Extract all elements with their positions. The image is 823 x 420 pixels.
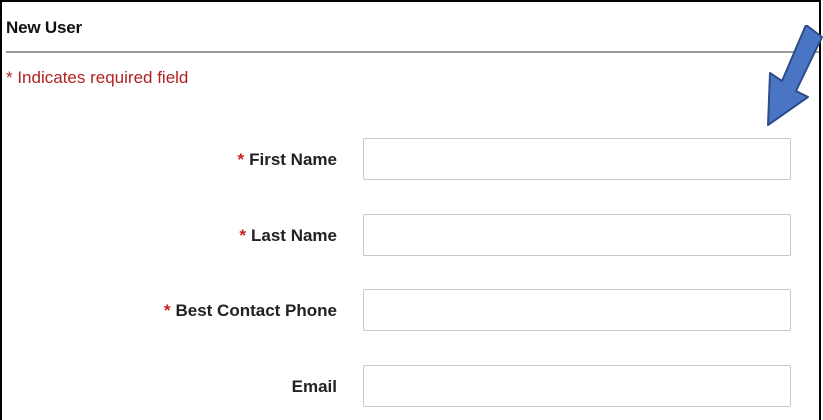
panel-title: New User (6, 18, 82, 37)
email-label-text: Email (291, 377, 337, 396)
required-asterisk: * (163, 301, 171, 320)
email-input[interactable] (363, 365, 791, 407)
last-name-input[interactable] (363, 214, 791, 256)
best-contact-phone-label-text: Best Contact Phone (175, 301, 337, 320)
best-contact-phone-input[interactable] (363, 289, 791, 331)
required-asterisk: * (237, 150, 245, 169)
required-asterisk: * (239, 226, 247, 245)
first-name-label-text: First Name (249, 150, 337, 169)
first-name-input[interactable] (363, 138, 791, 180)
last-name-label-text: Last Name (251, 226, 337, 245)
first-name-label: * First Name (238, 150, 338, 170)
arrow-down-left-icon (767, 25, 823, 126)
email-label: Email (292, 377, 337, 397)
form-row-last-name: * Last Name (2, 214, 819, 258)
new-user-panel: New User * Indicates required field * Fir… (0, 0, 821, 420)
title-divider (6, 51, 819, 53)
required-field-note: * Indicates required field (6, 68, 189, 87)
form-row-best-contact-phone: * Best Contact Phone (2, 289, 819, 333)
last-name-label: * Last Name (239, 226, 337, 246)
form-row-email: Email (2, 365, 819, 409)
best-contact-phone-label: * Best Contact Phone (164, 301, 337, 321)
form-row-first-name: * First Name (2, 138, 819, 182)
